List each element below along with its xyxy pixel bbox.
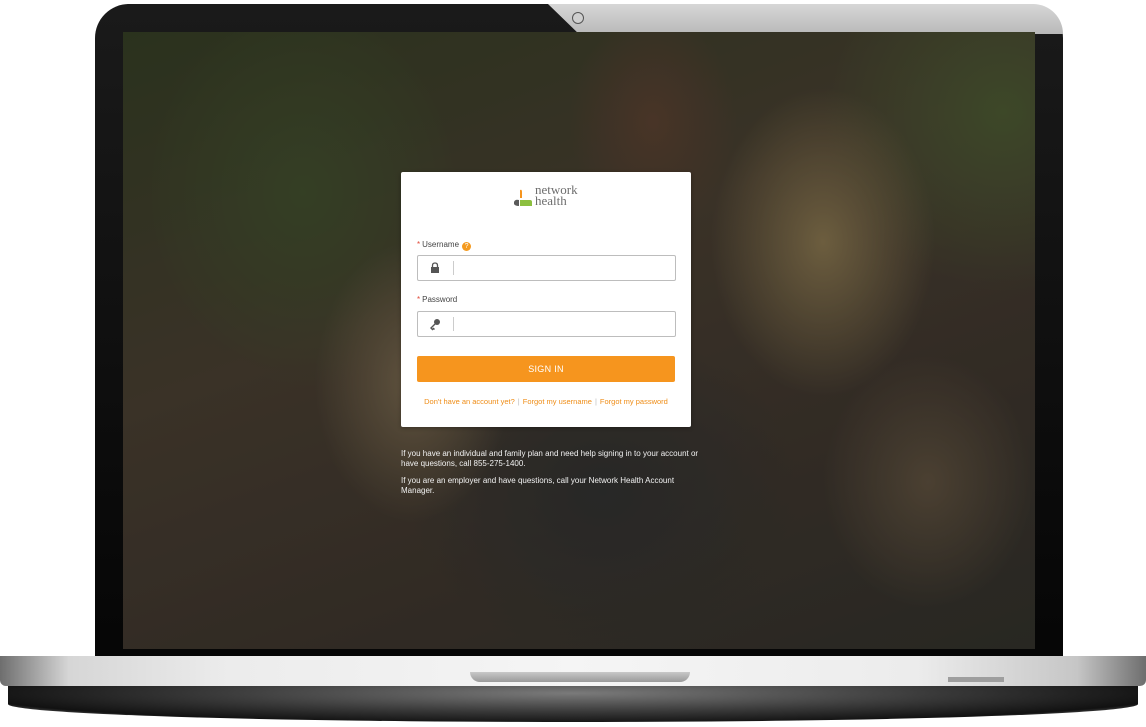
required-asterisk: * <box>417 295 421 304</box>
laptop-base-shadow <box>8 686 1138 722</box>
link-separator: | <box>594 397 597 406</box>
laptop-vent <box>948 677 1004 682</box>
required-asterisk: * <box>417 240 421 249</box>
camera-icon <box>572 12 584 24</box>
password-input[interactable] <box>458 314 672 334</box>
logo-mark-icon <box>514 189 532 206</box>
no-account-link[interactable]: Don't have an account yet? <box>424 397 515 406</box>
bezel-reflection <box>548 4 1063 34</box>
login-card: network health * Username? * Password SIGN… <box>401 172 691 427</box>
individual-help-text: If you have an individual and family pla… <box>401 449 699 468</box>
lock-icon <box>431 262 439 273</box>
username-label-text: Username <box>422 240 460 249</box>
forgot-username-link[interactable]: Forgot my username <box>523 397 592 406</box>
link-separator: | <box>517 397 520 406</box>
password-field[interactable] <box>417 311 676 337</box>
account-links: Don't have an account yet? | Forgot my use… <box>417 398 675 406</box>
laptop-base-notch <box>470 672 690 682</box>
logo-text: network health <box>535 183 578 207</box>
username-label: * Username? <box>417 240 472 251</box>
username-field[interactable] <box>417 255 676 281</box>
username-input[interactable] <box>458 258 672 278</box>
key-icon <box>430 319 440 331</box>
input-divider <box>453 317 454 331</box>
forgot-password-link[interactable]: Forgot my password <box>600 397 668 406</box>
employer-help-text: If you are an employer and have question… <box>401 476 675 495</box>
network-health-logo: network health <box>513 183 583 210</box>
password-label: * Password <box>417 295 457 304</box>
input-divider <box>453 261 454 275</box>
sign-in-button[interactable]: SIGN IN <box>417 356 675 382</box>
password-label-text: Password <box>422 295 458 304</box>
help-icon[interactable]: ? <box>462 242 472 251</box>
